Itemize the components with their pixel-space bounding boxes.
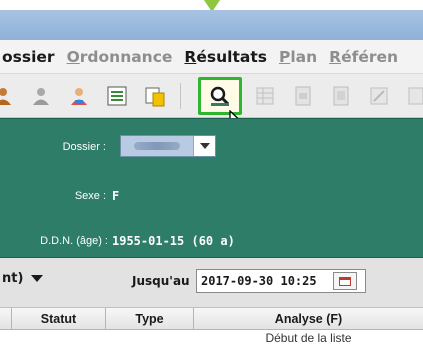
menu-references[interactable]: Référen	[323, 48, 404, 66]
dossier-combobox[interactable]	[120, 135, 216, 157]
dossier-dropdown-arrow[interactable]	[193, 136, 215, 156]
column-header-analyse[interactable]: Analyse (F)	[194, 308, 423, 330]
printer-icon	[333, 86, 349, 106]
toolbar-notes-button[interactable]	[140, 81, 170, 111]
sexe-value: F	[112, 189, 120, 203]
list-icon	[107, 86, 127, 106]
person-color-icon	[71, 88, 87, 105]
menu-plan[interactable]: Plan	[273, 48, 323, 66]
menu-dossier[interactable]: ossier	[0, 48, 61, 66]
toolbar-person-gray-button[interactable]	[26, 81, 56, 111]
window-titlebar	[0, 10, 423, 40]
dossier-label: Dossier :	[62, 141, 106, 153]
sexe-label: Sexe :	[74, 190, 106, 202]
list-start-text: Début de la liste	[265, 331, 352, 345]
toolbar-printer-button[interactable]	[326, 81, 356, 111]
toolbar-grid-button[interactable]	[250, 81, 280, 111]
toolbar-person-color-button[interactable]	[64, 81, 94, 111]
toolbar-report-button[interactable]	[364, 81, 394, 111]
chevron-down-icon	[199, 143, 210, 149]
column-header-statut[interactable]: Statut	[12, 308, 106, 330]
chevron-down-icon	[31, 275, 44, 282]
results-table-header: Statut Type Analyse (F)	[0, 308, 423, 330]
menu-ordonnance[interactable]: Ordonnance	[61, 48, 179, 66]
overflow-icon	[408, 87, 423, 105]
toolbar-document-button[interactable]	[288, 81, 318, 111]
report-icon	[370, 87, 388, 105]
person-gray-icon	[33, 88, 49, 105]
dossier-value-redacted	[121, 136, 194, 156]
toolbar-separator	[180, 83, 181, 109]
column-header-type[interactable]: Type	[106, 308, 194, 330]
menu-resultats[interactable]: Résultats	[178, 48, 273, 66]
notes-icon	[145, 87, 165, 107]
calendar-icon	[339, 276, 351, 286]
toolbar-person-button[interactable]	[0, 81, 18, 111]
menubar: ossier Ordonnance Résultats Plan Référen	[0, 40, 423, 74]
calendar-button[interactable]	[333, 272, 357, 290]
patient-info-panel: Dossier : Sexe : F D.D.N. (âge) : 1955-0…	[0, 118, 423, 258]
filter-bar: nt) Jusqu'au 2017-09-30 10:25	[0, 258, 423, 308]
until-label: Jusqu'au	[132, 274, 190, 288]
grid-icon	[256, 87, 274, 105]
document-icon	[295, 86, 311, 106]
toolbar-list-button[interactable]	[102, 81, 132, 111]
period-combobox[interactable]: nt)	[2, 271, 44, 286]
column-header-left[interactable]	[0, 308, 12, 330]
person-icon	[0, 88, 11, 105]
ddn-value: 1955-01-15 (60 a)	[112, 234, 235, 248]
magnifier-icon	[210, 86, 230, 106]
toolbar-overflow-button[interactable]	[402, 81, 423, 111]
ddn-label: D.D.N. (âge) :	[40, 235, 108, 247]
toolbar	[0, 74, 423, 118]
toolbar-search-button[interactable]	[205, 81, 235, 111]
